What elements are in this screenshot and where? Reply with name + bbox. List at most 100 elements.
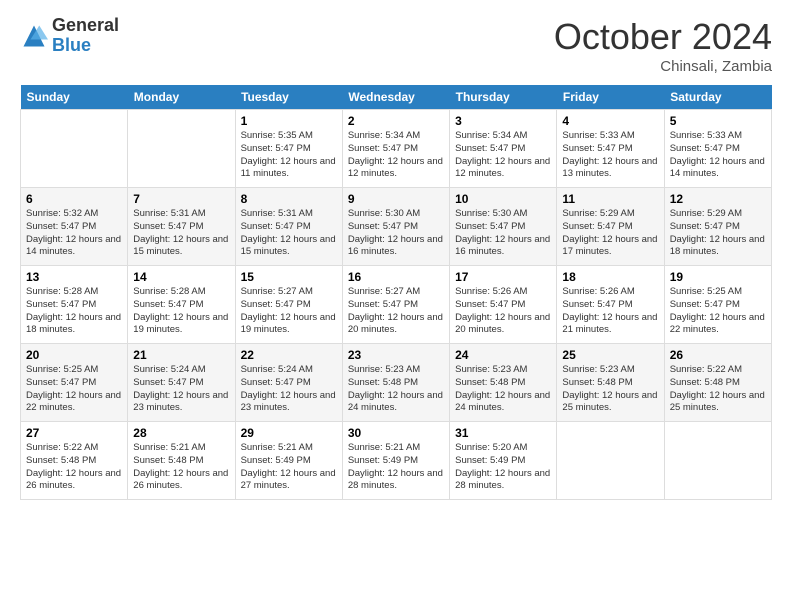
day-number: 11 [562, 192, 658, 206]
day-cell: 12Sunrise: 5:29 AM Sunset: 5:47 PM Dayli… [664, 188, 771, 266]
day-number: 13 [26, 270, 122, 284]
day-cell: 7 Sunrise: 5:31 AM Sunset: 5:47 PM Daylig… [128, 188, 235, 266]
day-number: 17 [455, 270, 551, 284]
day-number: 15 [241, 270, 337, 284]
day-number: 26 [670, 348, 766, 362]
day-cell: 21 Sunrise: 5:24 AM Sunset: 5:47 PM Dayli… [128, 344, 235, 422]
day-cell: 30 Sunrise: 5:21 AM Sunset: 5:49 PM Dayli… [342, 422, 449, 500]
day-cell: 15 Sunrise: 5:27 AM Sunset: 5:47 PM Dayli… [235, 266, 342, 344]
day-cell: 27 Sunrise: 5:22 AM Sunset: 5:48 PM Dayli… [21, 422, 128, 500]
calendar-table: SundayMondayTuesdayWednesdayThursdayFrid… [20, 85, 772, 500]
day-info: Sunrise: 5:31 AM Sunset: 5:47 PM Dayligh… [133, 208, 229, 259]
weekday-header-monday: Monday [128, 85, 235, 110]
day-number: 30 [348, 426, 444, 440]
day-cell: 26 Sunrise: 5:22 AM Sunset: 5:48 PM Dayli… [664, 344, 771, 422]
day-cell: 28 Sunrise: 5:21 AM Sunset: 5:48 PM Dayli… [128, 422, 235, 500]
day-info: Sunrise: 5:30 AM Sunset: 5:47 PM Dayligh… [348, 208, 444, 259]
weekday-row: SundayMondayTuesdayWednesdayThursdayFrid… [21, 85, 772, 110]
day-info: Sunrise: 5:32 AM Sunset: 5:47 PM Dayligh… [26, 208, 122, 259]
day-info: Sunrise: 5:33 AM Sunset: 5:47 PM Dayligh… [670, 130, 766, 181]
day-info: Sunrise: 5:34 AM Sunset: 5:47 PM Dayligh… [455, 130, 551, 181]
day-number: 24 [455, 348, 551, 362]
day-info: Sunrise: 5:23 AM Sunset: 5:48 PM Dayligh… [455, 364, 551, 415]
day-number: 3 [455, 114, 551, 128]
day-cell: 31 Sunrise: 5:20 AM Sunset: 5:49 PM Dayli… [450, 422, 557, 500]
day-cell: 20Sunrise: 5:25 AM Sunset: 5:47 PM Dayli… [21, 344, 128, 422]
day-info: Sunrise: 5:33 AM Sunset: 5:47 PM Dayligh… [562, 130, 658, 181]
day-number: 31 [455, 426, 551, 440]
day-info: Sunrise: 5:20 AM Sunset: 5:49 PM Dayligh… [455, 442, 551, 493]
day-info: Sunrise: 5:25 AM Sunset: 5:47 PM Dayligh… [26, 364, 122, 415]
week-row-2: 6 Sunrise: 5:32 AM Sunset: 5:47 PM Daylig… [21, 188, 772, 266]
day-number: 19 [670, 270, 766, 284]
week-row-3: 13 Sunrise: 5:28 AM Sunset: 5:47 PM Dayli… [21, 266, 772, 344]
day-number: 1 [241, 114, 337, 128]
weekday-header-thursday: Thursday [450, 85, 557, 110]
day-number: 27 [26, 426, 122, 440]
day-info: Sunrise: 5:24 AM Sunset: 5:47 PM Dayligh… [133, 364, 229, 415]
day-cell: 19Sunrise: 5:25 AM Sunset: 5:47 PM Dayli… [664, 266, 771, 344]
day-cell: 24 Sunrise: 5:23 AM Sunset: 5:48 PM Dayli… [450, 344, 557, 422]
day-number: 16 [348, 270, 444, 284]
day-number: 8 [241, 192, 337, 206]
day-info: Sunrise: 5:29 AM Sunset: 5:47 PM Dayligh… [562, 208, 658, 259]
day-number: 21 [133, 348, 229, 362]
week-row-4: 20Sunrise: 5:25 AM Sunset: 5:47 PM Dayli… [21, 344, 772, 422]
day-number: 2 [348, 114, 444, 128]
weekday-header-saturday: Saturday [664, 85, 771, 110]
day-cell: 1Sunrise: 5:35 AM Sunset: 5:47 PM Daylig… [235, 110, 342, 188]
weekday-header-tuesday: Tuesday [235, 85, 342, 110]
day-info: Sunrise: 5:34 AM Sunset: 5:47 PM Dayligh… [348, 130, 444, 181]
day-info: Sunrise: 5:24 AM Sunset: 5:47 PM Dayligh… [241, 364, 337, 415]
day-cell [557, 422, 664, 500]
day-number: 25 [562, 348, 658, 362]
day-info: Sunrise: 5:23 AM Sunset: 5:48 PM Dayligh… [348, 364, 444, 415]
day-info: Sunrise: 5:26 AM Sunset: 5:47 PM Dayligh… [455, 286, 551, 337]
day-number: 23 [348, 348, 444, 362]
day-cell: 25 Sunrise: 5:23 AM Sunset: 5:48 PM Dayli… [557, 344, 664, 422]
day-number: 6 [26, 192, 122, 206]
day-info: Sunrise: 5:21 AM Sunset: 5:49 PM Dayligh… [241, 442, 337, 493]
day-number: 9 [348, 192, 444, 206]
weekday-header-friday: Friday [557, 85, 664, 110]
day-cell: 22Sunrise: 5:24 AM Sunset: 5:47 PM Dayli… [235, 344, 342, 422]
day-info: Sunrise: 5:22 AM Sunset: 5:48 PM Dayligh… [26, 442, 122, 493]
day-cell: 6 Sunrise: 5:32 AM Sunset: 5:47 PM Daylig… [21, 188, 128, 266]
day-info: Sunrise: 5:23 AM Sunset: 5:48 PM Dayligh… [562, 364, 658, 415]
calendar-body: 1Sunrise: 5:35 AM Sunset: 5:47 PM Daylig… [21, 110, 772, 500]
day-cell [21, 110, 128, 188]
weekday-header-sunday: Sunday [21, 85, 128, 110]
logo: General Blue [20, 16, 119, 56]
day-info: Sunrise: 5:31 AM Sunset: 5:47 PM Dayligh… [241, 208, 337, 259]
logo-blue: Blue [52, 36, 119, 56]
day-number: 12 [670, 192, 766, 206]
title-block: October 2024 Chinsali, Zambia [554, 16, 772, 75]
day-cell: 23 Sunrise: 5:23 AM Sunset: 5:48 PM Dayli… [342, 344, 449, 422]
day-number: 28 [133, 426, 229, 440]
day-cell: 18Sunrise: 5:26 AM Sunset: 5:47 PM Dayli… [557, 266, 664, 344]
day-number: 10 [455, 192, 551, 206]
day-info: Sunrise: 5:27 AM Sunset: 5:47 PM Dayligh… [241, 286, 337, 337]
day-number: 29 [241, 426, 337, 440]
month-title: October 2024 [554, 16, 772, 58]
logo-general: General [52, 16, 119, 36]
day-info: Sunrise: 5:28 AM Sunset: 5:47 PM Dayligh… [133, 286, 229, 337]
day-cell: 29 Sunrise: 5:21 AM Sunset: 5:49 PM Dayli… [235, 422, 342, 500]
day-cell: 4Sunrise: 5:33 AM Sunset: 5:47 PM Daylig… [557, 110, 664, 188]
day-number: 18 [562, 270, 658, 284]
day-info: Sunrise: 5:21 AM Sunset: 5:49 PM Dayligh… [348, 442, 444, 493]
logo-icon [20, 22, 48, 50]
day-cell: 10Sunrise: 5:30 AM Sunset: 5:47 PM Dayli… [450, 188, 557, 266]
week-row-5: 27 Sunrise: 5:22 AM Sunset: 5:48 PM Dayli… [21, 422, 772, 500]
day-number: 7 [133, 192, 229, 206]
day-info: Sunrise: 5:28 AM Sunset: 5:47 PM Dayligh… [26, 286, 122, 337]
day-info: Sunrise: 5:22 AM Sunset: 5:48 PM Dayligh… [670, 364, 766, 415]
day-cell: 16Sunrise: 5:27 AM Sunset: 5:47 PM Dayli… [342, 266, 449, 344]
day-cell [128, 110, 235, 188]
day-cell: 17 Sunrise: 5:26 AM Sunset: 5:47 PM Dayli… [450, 266, 557, 344]
calendar-page: General Blue October 2024 Chinsali, Zamb… [0, 0, 792, 612]
day-cell: 3 Sunrise: 5:34 AM Sunset: 5:47 PM Daylig… [450, 110, 557, 188]
day-number: 14 [133, 270, 229, 284]
day-cell: 8 Sunrise: 5:31 AM Sunset: 5:47 PM Daylig… [235, 188, 342, 266]
day-info: Sunrise: 5:21 AM Sunset: 5:48 PM Dayligh… [133, 442, 229, 493]
